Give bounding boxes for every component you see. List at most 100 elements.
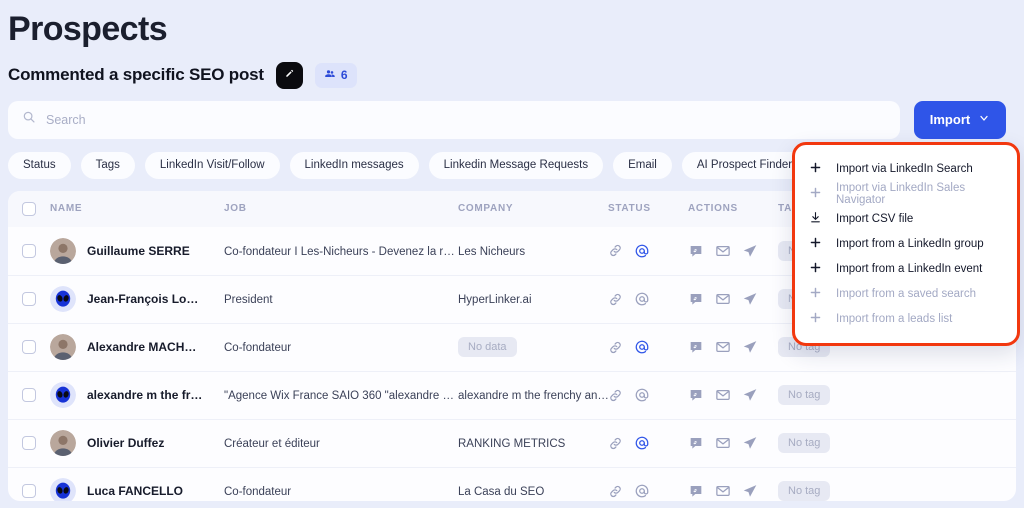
tag-pill[interactable]: No tag: [778, 385, 831, 405]
filter-chip-tags[interactable]: Tags: [80, 151, 135, 179]
link-icon[interactable]: [608, 388, 623, 403]
prospect-count-badge: 6: [314, 62, 357, 88]
at-icon[interactable]: [634, 339, 650, 355]
envelope-icon[interactable]: [715, 339, 731, 355]
search-placeholder: Search: [46, 112, 86, 127]
prospect-name: Jean-François Lo…: [87, 292, 199, 306]
edit-segment-button[interactable]: [275, 61, 303, 89]
filter-chip-status[interactable]: Status: [8, 151, 71, 179]
envelope-icon[interactable]: [715, 387, 731, 403]
chat-link-icon[interactable]: [688, 387, 704, 403]
company-cell: Les Nicheurs: [458, 242, 608, 260]
import-menu-item[interactable]: Import from a LinkedIn event: [795, 256, 1017, 281]
row-checkbox[interactable]: [22, 243, 36, 258]
plus-icon: [809, 286, 822, 302]
send-icon[interactable]: [742, 483, 758, 499]
search-input[interactable]: Search: [8, 100, 900, 139]
prospect-name-cell: alexandre m the fr…: [50, 382, 224, 408]
status-cell: [608, 339, 688, 355]
company-cell: alexandre m the frenchy an…: [458, 386, 609, 404]
link-icon[interactable]: [608, 484, 623, 499]
status-cell: [608, 435, 688, 451]
chat-link-icon[interactable]: [688, 339, 704, 355]
actions-cell: [688, 435, 778, 451]
table-row[interactable]: alexandre m the fr… "Agence Wix France SA…: [8, 370, 1016, 419]
company-text: Les Nicheurs: [458, 245, 526, 258]
row-checkbox[interactable]: [22, 436, 36, 450]
send-icon[interactable]: [742, 387, 758, 403]
import-menu-item-label: Import from a LinkedIn group: [836, 237, 984, 250]
tag-pill[interactable]: No tag: [778, 481, 831, 501]
envelope-icon[interactable]: [715, 291, 731, 307]
row-checkbox[interactable]: [22, 484, 36, 498]
row-select-cell: [22, 388, 50, 402]
column-header-company: COMPANY: [458, 203, 514, 214]
at-icon[interactable]: [634, 435, 650, 451]
tag-pill[interactable]: No tag: [778, 433, 831, 453]
link-icon[interactable]: [608, 243, 623, 258]
at-icon[interactable]: [634, 243, 650, 259]
send-icon[interactable]: [742, 291, 758, 307]
company-text: RANKING METRICS: [458, 438, 566, 450]
status-cell: [608, 387, 688, 403]
company-text: alexandre m the frenchy an…: [458, 390, 609, 402]
import-menu-item[interactable]: Import CSV file: [795, 206, 1017, 231]
prospect-count: 6: [340, 68, 348, 82]
column-header-job: JOB: [224, 203, 247, 214]
import-button-label: Import: [929, 112, 971, 127]
job-text: Co-fondateur I Les-Nicheurs - Devenez la…: [224, 245, 455, 258]
send-icon[interactable]: [742, 435, 758, 451]
chat-link-icon[interactable]: [688, 243, 704, 259]
envelope-icon[interactable]: [715, 435, 731, 451]
row-checkbox[interactable]: [22, 292, 36, 306]
import-menu-item[interactable]: Import via LinkedIn Search: [795, 156, 1017, 181]
prospect-name-cell: Olivier Duffez: [50, 430, 224, 456]
pen-icon: [284, 66, 295, 84]
prospect-name: alexandre m the fr…: [87, 388, 203, 402]
filter-chip-message-requests[interactable]: Linkedin Message Requests: [428, 151, 604, 179]
row-checkbox[interactable]: [22, 340, 36, 354]
job-text: Co-fondateur: [224, 486, 292, 498]
link-icon[interactable]: [608, 340, 623, 355]
page-title: Prospects: [8, 10, 168, 48]
job-text: "Agence Wix France SAIO 360 "alexandre …: [224, 390, 454, 402]
link-icon[interactable]: [608, 436, 623, 451]
select-all-checkbox[interactable]: [22, 201, 36, 216]
import-menu-item[interactable]: Import from a LinkedIn group: [795, 231, 1017, 256]
prospect-name-cell: Jean-François Lo…: [50, 286, 224, 312]
at-icon[interactable]: [634, 291, 650, 307]
company-cell: La Casa du SEO: [458, 482, 608, 500]
chat-link-icon[interactable]: [688, 435, 704, 451]
table-row[interactable]: Luca FANCELLO Co-fondateur La Casa du SEO N…: [8, 466, 1016, 501]
import-menu-item-label: Import from a saved search: [836, 287, 976, 300]
import-menu-item-label: Import from a leads list: [836, 312, 953, 325]
send-icon[interactable]: [742, 339, 758, 355]
link-icon[interactable]: [608, 292, 623, 307]
company-cell: RANKING METRICS: [458, 434, 608, 452]
table-row[interactable]: Olivier Duffez Créateur et éditeur RANKING…: [8, 418, 1016, 467]
at-icon[interactable]: [634, 387, 650, 403]
envelope-icon[interactable]: [715, 483, 731, 499]
row-checkbox[interactable]: [22, 388, 36, 402]
send-icon[interactable]: [742, 243, 758, 259]
tag-cell: No tag: [778, 385, 868, 405]
import-menu-item-label: Import via LinkedIn Search: [836, 162, 973, 175]
chevron-down-icon: [978, 112, 990, 127]
prospect-name: Alexandre MACH…: [87, 340, 197, 354]
avatar: [50, 334, 76, 360]
import-button[interactable]: Import: [914, 100, 1006, 139]
at-icon[interactable]: [634, 483, 650, 499]
filter-chip-messages[interactable]: LinkedIn messages: [289, 151, 419, 179]
actions-cell: [688, 483, 778, 499]
filter-chip-visit-follow[interactable]: LinkedIn Visit/Follow: [144, 151, 280, 179]
import-dropdown-menu[interactable]: Import via LinkedIn Search Import via Lin…: [792, 142, 1020, 346]
envelope-icon[interactable]: [715, 243, 731, 259]
import-menu-item: Import from a saved search: [795, 281, 1017, 306]
chat-link-icon[interactable]: [688, 483, 704, 499]
filter-chip-email[interactable]: Email: [613, 151, 672, 179]
avatar: [50, 237, 76, 264]
prospect-name: Guillaume SERRE: [87, 243, 190, 258]
filter-chip-ai-prospect-finder[interactable]: AI Prospect Finder: [681, 151, 808, 179]
download-icon: [809, 211, 822, 227]
chat-link-icon[interactable]: [688, 291, 704, 307]
